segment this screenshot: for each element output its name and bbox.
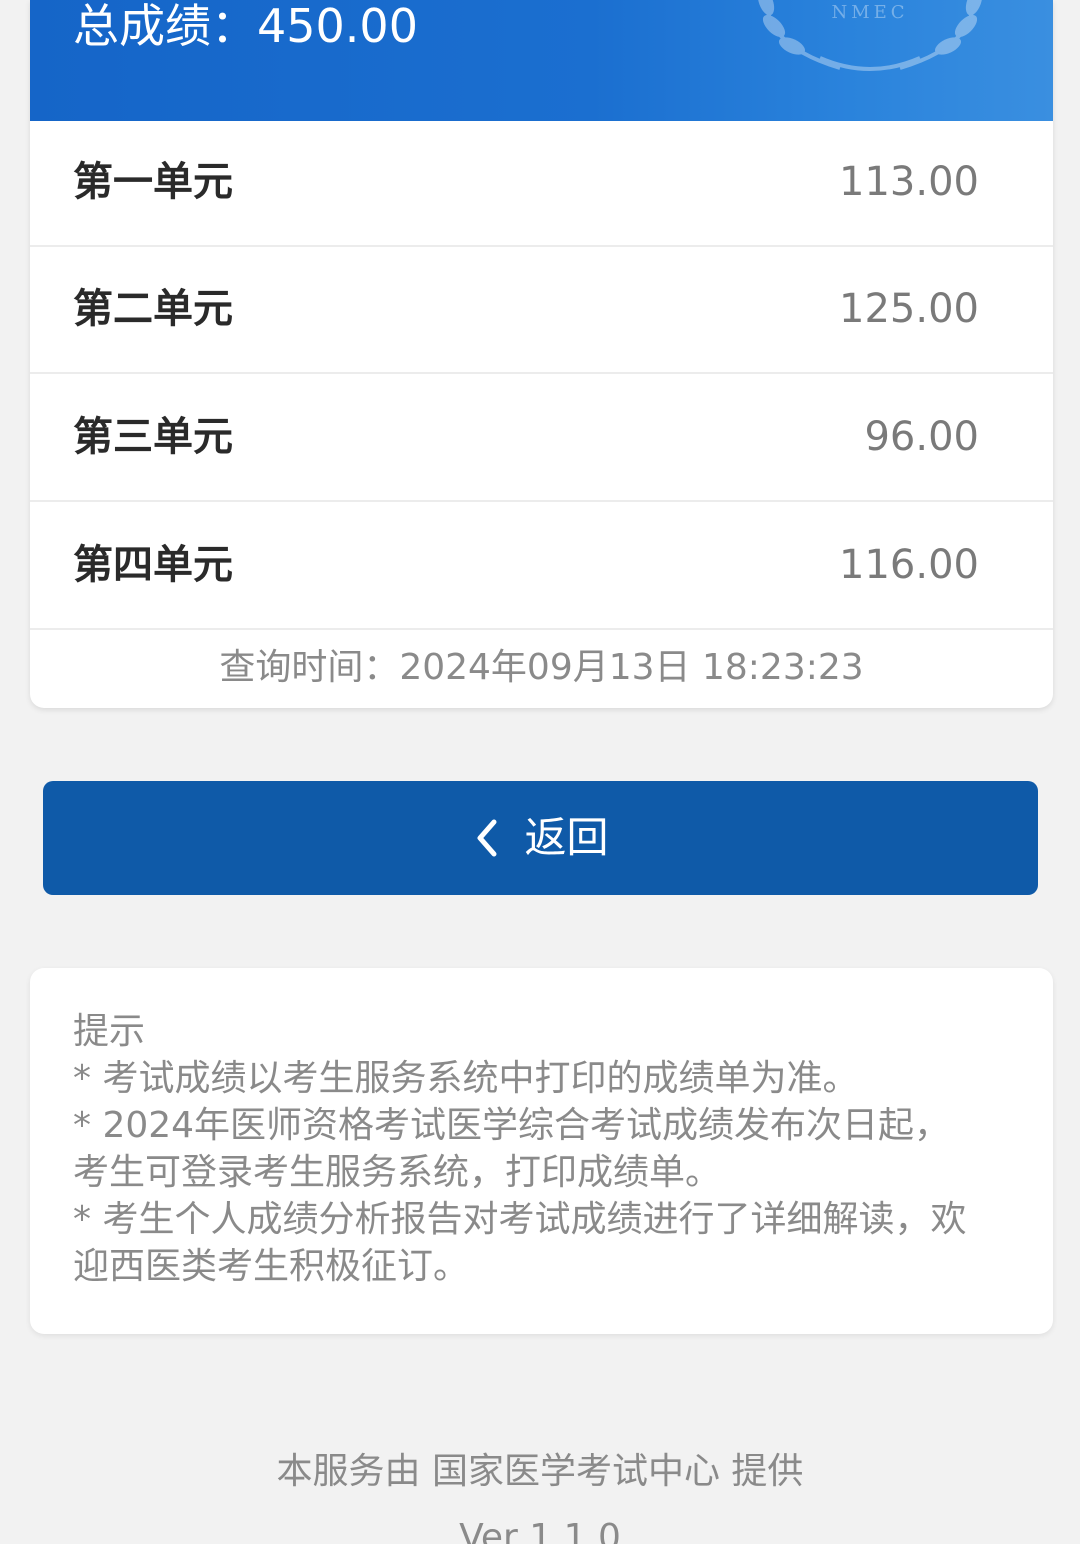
page: 总成绩：450.00 NMEC 第一单元 113.00 第二单元 125.00 … xyxy=(0,0,1080,1544)
unit-row-4: 第四单元 116.00 xyxy=(30,504,1053,630)
back-button[interactable]: 返回 xyxy=(43,781,1038,895)
back-button-label: 返回 xyxy=(524,813,609,862)
tip-item: * 考生个人成绩分析报告对考试成绩进行了详细解读，欢迎西医类考生积极征订。 xyxy=(73,1199,967,1287)
tips-title: 提示 xyxy=(73,1011,146,1052)
footer-version: Ver 1.1.0 xyxy=(459,1517,621,1544)
unit-row-3: 第三单元 96.00 xyxy=(30,376,1053,502)
chevron-left-icon xyxy=(477,819,497,857)
tip-item: * 考试成绩以考生服务系统中打印的成绩单为准。 xyxy=(73,1058,859,1099)
unit-score: 96.00 xyxy=(864,414,979,460)
nmec-emblem-icon: NMEC xyxy=(757,0,983,71)
tips-card: 提示 * 考试成绩以考生服务系统中打印的成绩单为准。 * 2024年医师资格考试… xyxy=(30,968,1053,1334)
unit-label: 第二单元 xyxy=(73,286,233,332)
footer-provider: 本服务由 国家医学考试中心 提供 xyxy=(276,1451,804,1492)
score-header: 总成绩：450.00 NMEC xyxy=(30,0,1053,121)
total-score: 总成绩：450.00 xyxy=(73,0,418,53)
unit-label: 第三单元 xyxy=(73,414,233,460)
tip-item: * 2024年医师资格考试医学综合考试成绩发布次日起，考生可登录考生服务系统，打… xyxy=(73,1105,951,1193)
unit-score: 113.00 xyxy=(839,159,979,205)
unit-score: 116.00 xyxy=(839,542,979,588)
query-time: 查询时间：2024年09月13日 18:23:23 xyxy=(219,647,864,688)
score-card: 总成绩：450.00 NMEC 第一单元 113.00 第二单元 125.00 … xyxy=(30,0,1053,708)
unit-score: 125.00 xyxy=(839,286,979,332)
unit-row-1: 第一单元 113.00 xyxy=(30,121,1053,247)
tips-body: 提示 * 考试成绩以考生服务系统中打印的成绩单为准。 * 2024年医师资格考试… xyxy=(73,1008,973,1290)
unit-label: 第四单元 xyxy=(73,542,233,588)
emblem-text: NMEC xyxy=(831,2,908,23)
unit-label: 第一单元 xyxy=(73,159,233,205)
unit-row-2: 第二单元 125.00 xyxy=(30,248,1053,374)
